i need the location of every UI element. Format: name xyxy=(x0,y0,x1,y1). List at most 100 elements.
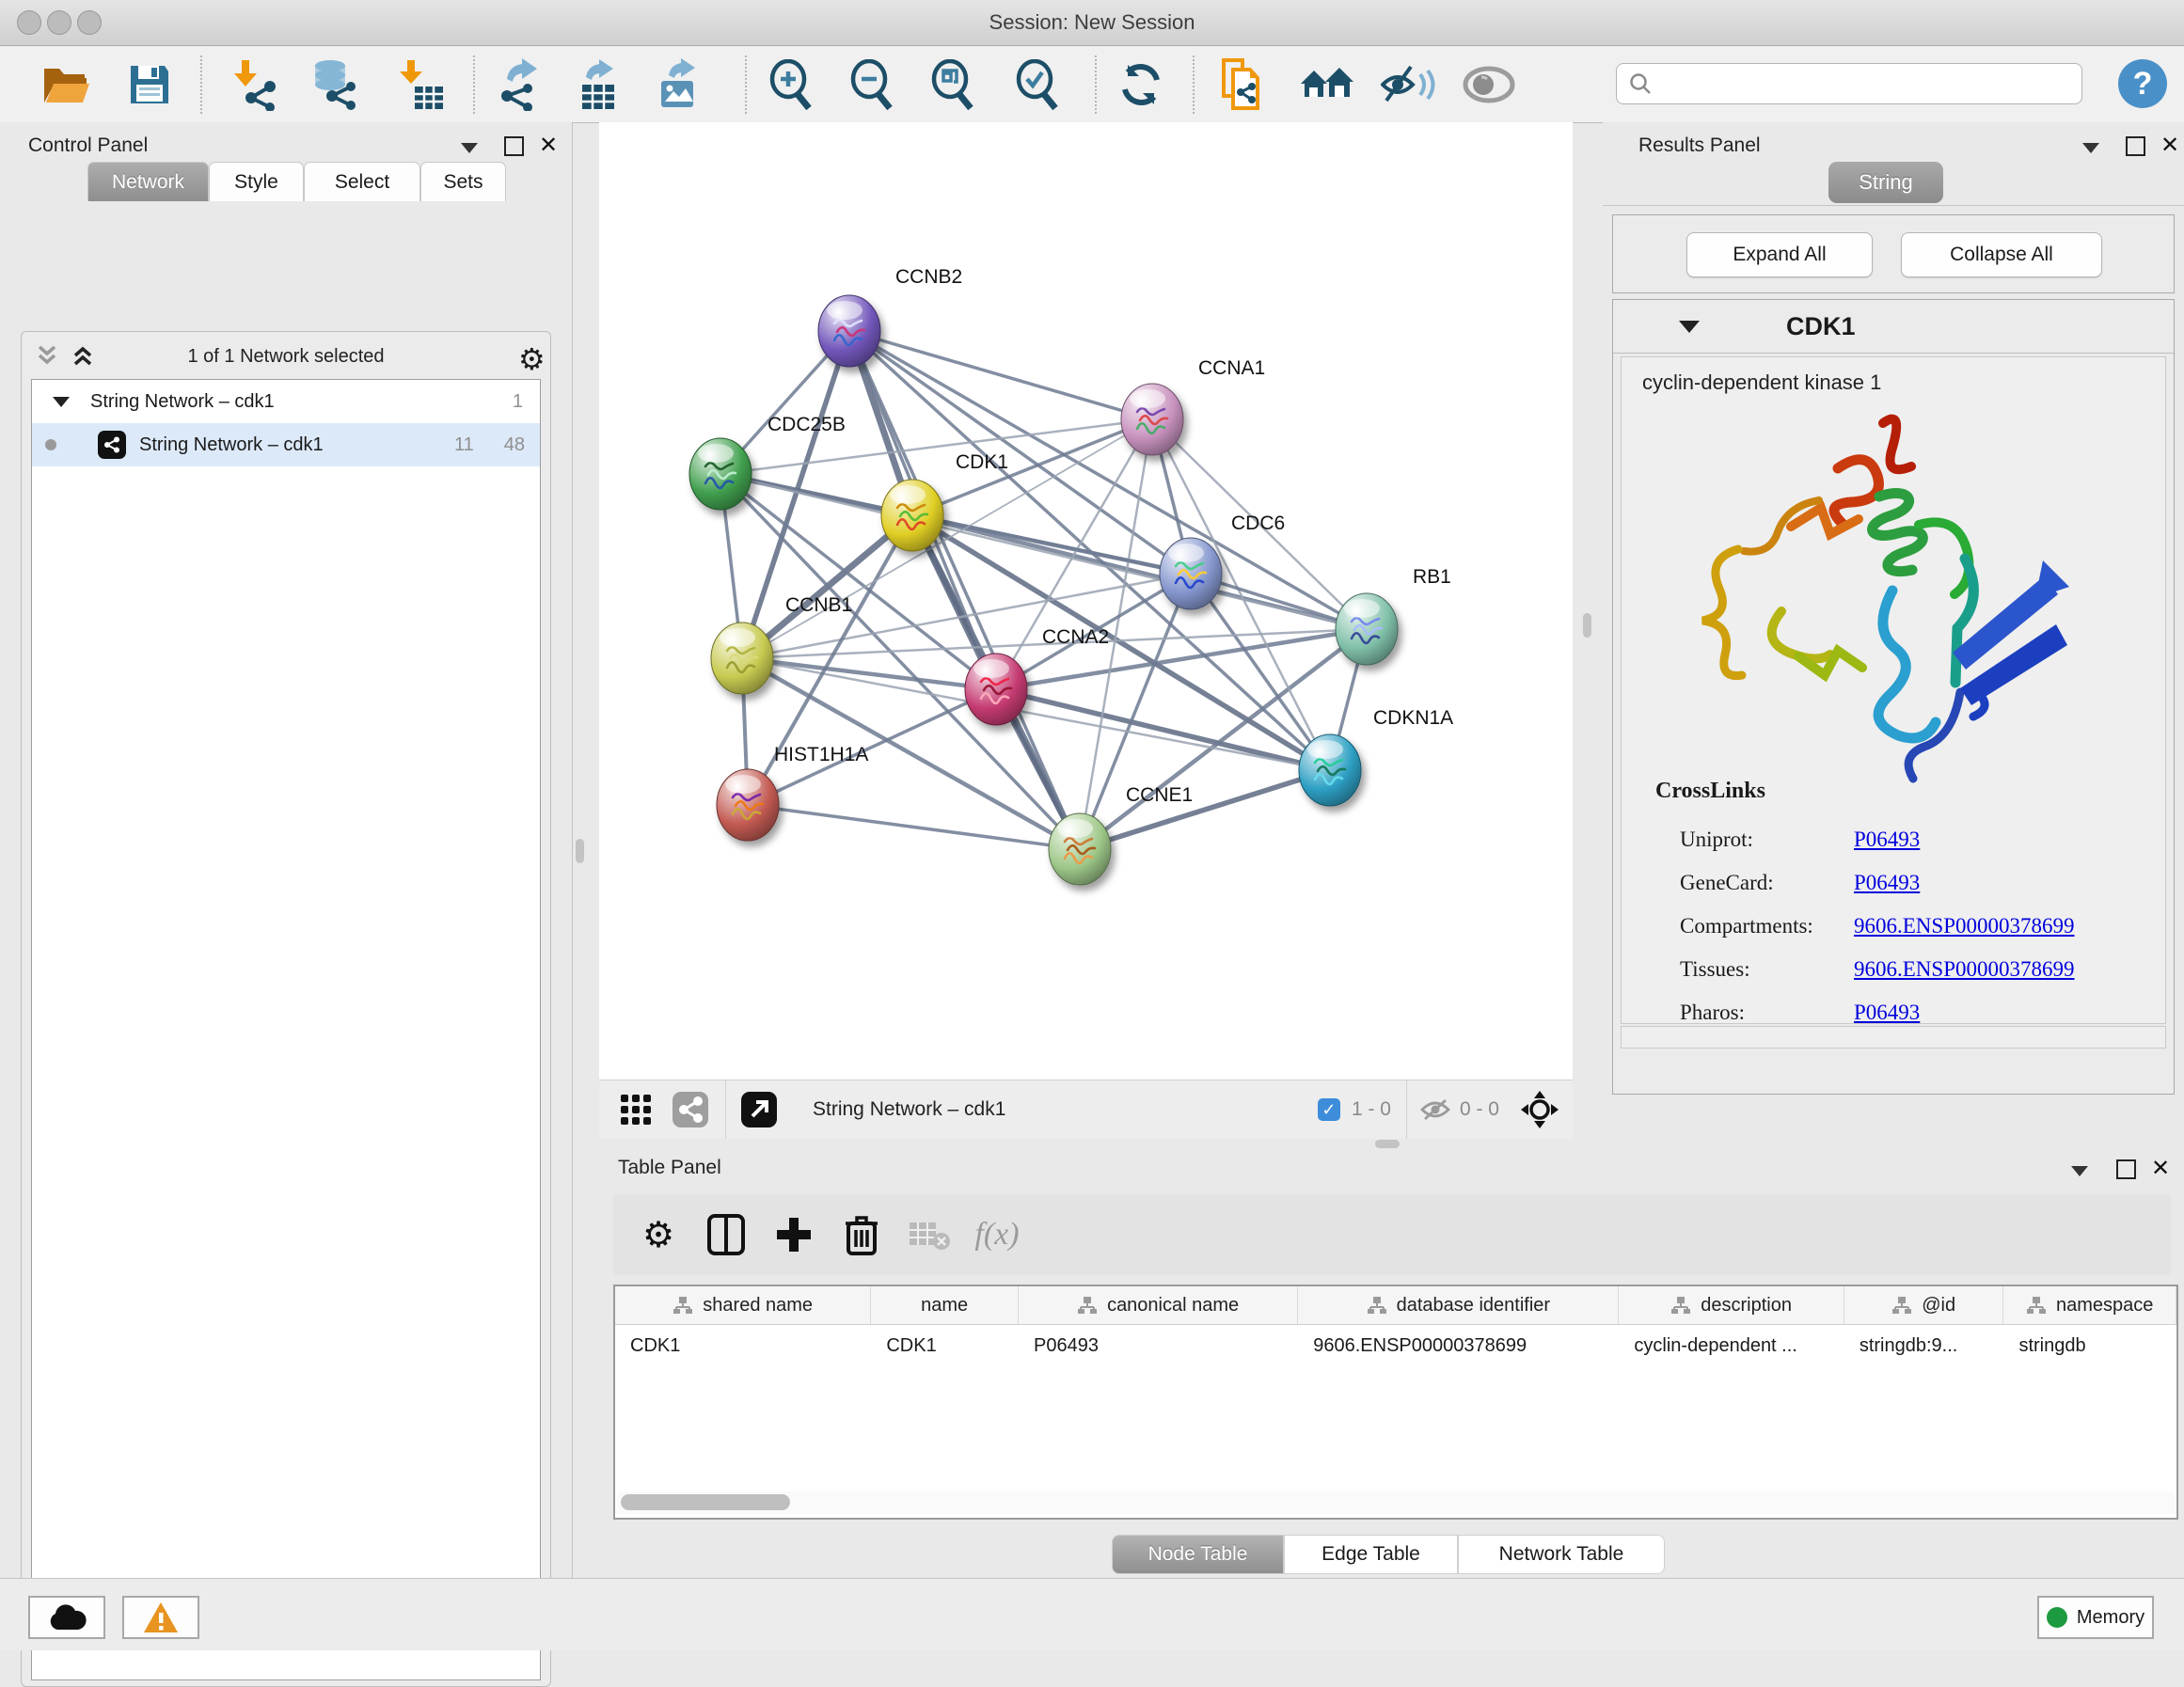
save-session-button[interactable] xyxy=(122,57,177,112)
import-network-from-database-button[interactable] xyxy=(307,57,361,112)
zoom-in-button[interactable] xyxy=(764,57,818,112)
crosslink-link[interactable]: P06493 xyxy=(1854,871,1920,895)
table-panel-maximize-button[interactable] xyxy=(2116,1159,2136,1184)
hide-unhide-button[interactable] xyxy=(1381,57,1435,112)
tab-string[interactable]: String xyxy=(1828,162,1943,203)
network-edge-CCNB2-CCNA1[interactable] xyxy=(849,331,1152,419)
import-table-button[interactable] xyxy=(393,57,448,112)
network-node-CDKN1A[interactable]: CDKN1A xyxy=(1299,707,1453,806)
scrollbar-thumb[interactable] xyxy=(621,1494,790,1510)
column-header-shared-name[interactable]: shared name xyxy=(615,1286,871,1324)
import-network-button[interactable] xyxy=(228,57,282,112)
warnings-button[interactable] xyxy=(122,1596,199,1639)
network-node-HIST1H1A[interactable]: HIST1H1A xyxy=(717,744,868,841)
results-panel-maximize-button[interactable] xyxy=(2126,136,2145,161)
crosslink-link[interactable]: 9606.ENSP00000378699 xyxy=(1854,914,2075,938)
grid-view-icon[interactable] xyxy=(609,1094,663,1126)
column-header-description[interactable]: description xyxy=(1619,1286,1844,1324)
selected-checkbox-icon[interactable]: ✓ xyxy=(1318,1098,1340,1121)
tab-network[interactable]: Network xyxy=(87,162,209,201)
network-edge-HIST1H1A-CCNE1[interactable] xyxy=(748,805,1080,849)
results-panel-float-button[interactable] xyxy=(2082,141,2099,158)
table-panel-float-button[interactable] xyxy=(2071,1164,2088,1181)
automation-cloud-button[interactable] xyxy=(28,1596,105,1639)
network-node-RB1[interactable]: RB1 xyxy=(1336,566,1451,665)
network-node-CCNA1[interactable]: CCNA1 xyxy=(1121,357,1265,455)
table-cell[interactable]: CDK1 xyxy=(615,1325,871,1366)
apply-layout-button[interactable] xyxy=(1114,57,1168,112)
network-node-label: CCNA1 xyxy=(1198,357,1265,379)
crosslink-link[interactable]: P06493 xyxy=(1854,1001,1920,1025)
protein-header-row[interactable]: CDK1 xyxy=(1613,300,2174,354)
node-count: 11 xyxy=(454,434,474,456)
open-in-new-icon[interactable] xyxy=(726,1092,792,1127)
network-options-gear-icon[interactable]: ⚙ xyxy=(518,341,546,377)
network-node-CCNB2[interactable]: CCNB2 xyxy=(818,266,962,367)
search-input[interactable] xyxy=(1616,63,2082,104)
column-header-@id[interactable]: @id xyxy=(1844,1286,2004,1324)
table-cell[interactable]: CDK1 xyxy=(871,1325,1019,1366)
crosslink-link[interactable]: P06493 xyxy=(1854,828,1920,852)
gray-eye-icon xyxy=(1463,65,1515,104)
tab-select[interactable]: Select xyxy=(304,162,420,201)
network-edge-CCNB2-RB1[interactable] xyxy=(849,331,1367,629)
network-canvas[interactable]: CCNB2CCNA1CDC25BCDK1CDC6RB1CCNB1CCNA2CDK… xyxy=(599,122,1573,1080)
right-splitter-handle[interactable] xyxy=(1583,613,1591,638)
table-options-gear-icon[interactable]: ⚙ xyxy=(625,1214,692,1255)
clone-network-button[interactable] xyxy=(1215,57,1270,112)
table-panel-close-button[interactable]: ✕ xyxy=(2151,1157,2170,1179)
network-edge-CCNB2-CCNE1[interactable] xyxy=(849,331,1080,849)
network-graph[interactable]: CCNB2CCNA1CDC25BCDK1CDC6RB1CCNB1CCNA2CDK… xyxy=(599,122,1573,1080)
export-network-button[interactable] xyxy=(489,57,544,112)
control-panel-close-button[interactable]: ✕ xyxy=(539,134,558,156)
network-tree-child-row[interactable]: String Network – cdk1 11 48 xyxy=(32,423,540,466)
open-session-button[interactable] xyxy=(40,57,94,112)
column-header-namespace[interactable]: namespace xyxy=(2003,1286,2176,1324)
expand-all-button[interactable]: Expand All xyxy=(1686,232,1873,277)
tab-node-table[interactable]: Node Table xyxy=(1112,1535,1284,1574)
table-cell[interactable]: stringdb xyxy=(2003,1325,2176,1366)
memory-button[interactable]: Memory xyxy=(2037,1596,2154,1639)
control-panel-maximize-button[interactable] xyxy=(504,136,524,161)
share-view-icon[interactable] xyxy=(663,1092,718,1127)
add-column-icon[interactable] xyxy=(760,1216,828,1253)
horizontal-scrollbar[interactable] xyxy=(617,1491,2175,1514)
export-table-button[interactable] xyxy=(572,57,626,112)
birds-eye-view-icon[interactable] xyxy=(1520,1090,1559,1129)
table-cell[interactable]: stringdb:9... xyxy=(1844,1325,2004,1366)
show-columns-icon[interactable] xyxy=(692,1214,760,1255)
table-cell[interactable]: P06493 xyxy=(1019,1325,1298,1366)
zoom-fit-button[interactable] xyxy=(926,57,980,112)
bottom-splitter-handle[interactable] xyxy=(1375,1140,1400,1148)
network-node-label: CDC6 xyxy=(1231,512,1285,534)
export-image-button[interactable] xyxy=(653,57,707,112)
tab-sets[interactable]: Sets xyxy=(420,162,506,201)
crosslink-link[interactable]: 9606.ENSP00000378699 xyxy=(1854,957,2075,982)
table-row[interactable]: CDK1CDK1P064939606.ENSP00000378699cyclin… xyxy=(615,1325,2176,1366)
collapse-triangle-icon[interactable] xyxy=(1679,321,1700,333)
network-tree-root-row[interactable]: String Network – cdk1 1 xyxy=(32,380,540,423)
title-bar: Session: New Session xyxy=(0,0,2184,46)
delete-column-icon[interactable] xyxy=(828,1214,895,1255)
column-header-canonical-name[interactable]: canonical name xyxy=(1019,1286,1298,1324)
table-cell[interactable]: 9606.ENSP00000378699 xyxy=(1298,1325,1619,1366)
search-text-field[interactable] xyxy=(1653,72,2061,96)
column-header-name[interactable]: name xyxy=(871,1286,1019,1324)
network-edge-CCNB1-CCNA2[interactable] xyxy=(742,658,996,689)
control-panel-float-button[interactable] xyxy=(461,141,478,158)
help-button[interactable]: ? xyxy=(2118,59,2167,108)
network-edge-CCNE1-CDKN1A[interactable] xyxy=(1080,770,1330,849)
tab-edge-table[interactable]: Edge Table xyxy=(1284,1535,1458,1574)
table-cell[interactable]: cyclin-dependent ... xyxy=(1619,1325,1844,1366)
column-header-database-identifier[interactable]: database identifier xyxy=(1298,1286,1619,1324)
tree-collapse-icon[interactable] xyxy=(53,397,70,407)
show-hidden-button[interactable] xyxy=(1462,57,1516,112)
zoom-out-button[interactable] xyxy=(845,57,899,112)
zoom-selected-button[interactable] xyxy=(1010,57,1065,112)
collapse-all-button[interactable]: Collapse All xyxy=(1901,232,2102,277)
left-splitter-handle[interactable] xyxy=(576,839,584,863)
string-home-button[interactable] xyxy=(1300,57,1354,112)
results-panel-close-button[interactable]: ✕ xyxy=(2160,134,2179,156)
tab-network-table[interactable]: Network Table xyxy=(1458,1535,1665,1574)
tab-style[interactable]: Style xyxy=(209,162,304,201)
